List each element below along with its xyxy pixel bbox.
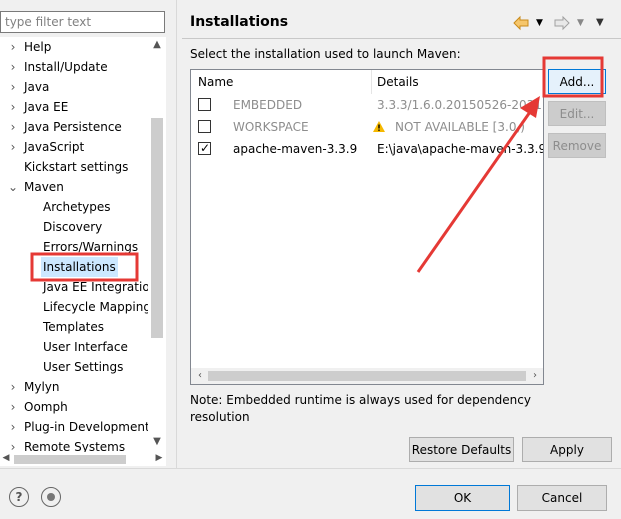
ok-button[interactable]: OK	[415, 485, 510, 511]
import-export-dot	[47, 493, 55, 501]
dialog-separator	[0, 468, 621, 469]
restore-defaults-button[interactable]: Restore Defaults	[409, 437, 514, 462]
import-export-icon[interactable]	[41, 487, 61, 507]
cancel-button[interactable]: Cancel	[517, 485, 607, 511]
apply-button[interactable]: Apply	[522, 437, 612, 462]
help-icon[interactable]: ?	[9, 487, 29, 507]
note-text: Note: Embedded runtime is always used fo…	[190, 393, 531, 424]
